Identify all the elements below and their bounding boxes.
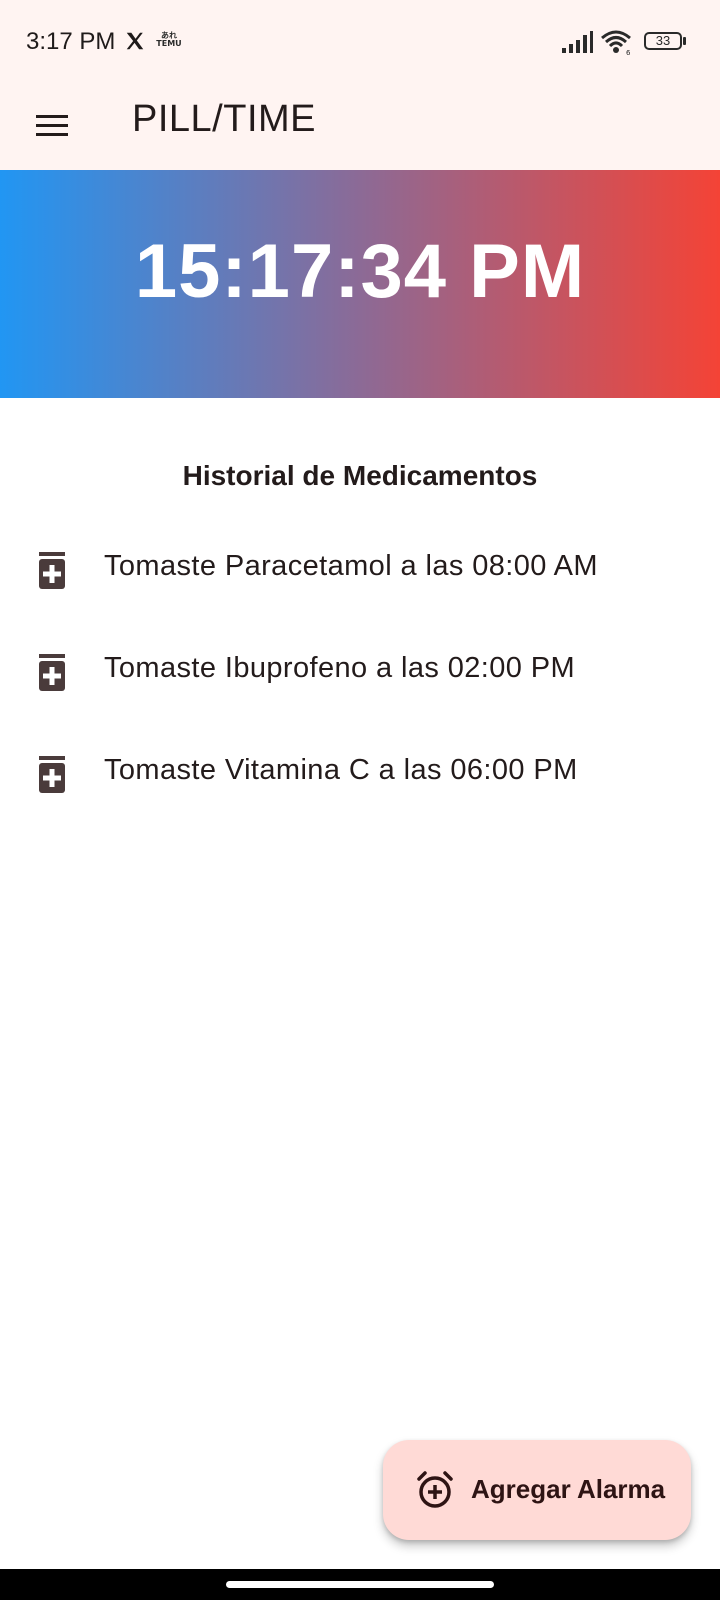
history-item-text: Tomaste Vitamina C a las 06:00 PM [104, 754, 578, 786]
svg-text:6: 6 [626, 49, 631, 56]
status-time: 3:17 PM [26, 28, 116, 55]
history-item: Tomaste Ibuprofeno a las 02:00 PM [0, 622, 720, 722]
signal-icon [562, 31, 593, 53]
add-alarm-label: Agregar Alarma [471, 1474, 666, 1504]
wifi-icon: 6 [601, 30, 631, 56]
history-title: Historial de Medicamentos [182, 460, 538, 491]
battery-tip [683, 37, 686, 45]
x-app-icon [126, 32, 144, 50]
history-item: Tomaste Vitamina C a las 06:00 PM [0, 724, 720, 824]
home-indicator[interactable] [226, 1581, 494, 1588]
add-alarm-button[interactable]: Agregar Alarma [383, 1440, 691, 1540]
history-item: Tomaste Paracetamol a las 08:00 AM [0, 520, 720, 620]
battery-indicator: 33 [644, 32, 686, 52]
temu-notification-icon: あれ TEMU [156, 32, 182, 50]
app-bar: PILL/TIME [0, 84, 720, 170]
temu-line2: TEMU [156, 39, 182, 48]
history-item-text: Tomaste Paracetamol a las 08:00 AM [104, 550, 598, 582]
history-item-text: Tomaste Ibuprofeno a las 02:00 PM [104, 652, 576, 684]
navigation-bar [0, 1569, 720, 1600]
medication-icon [39, 552, 65, 589]
clock-display: 15:17:34 PM [134, 229, 586, 314]
medication-icon [39, 756, 65, 793]
app-title: PILL/TIME [132, 98, 316, 140]
alarm-add-icon [417, 1471, 453, 1508]
battery-level: 33 [644, 32, 682, 50]
status-bar: 3:17 PM あれ TEMU 6 33 [0, 0, 720, 84]
clock-banner: 15:17:34 PM [0, 170, 720, 398]
menu-icon[interactable] [30, 104, 74, 148]
medication-icon [39, 654, 65, 691]
